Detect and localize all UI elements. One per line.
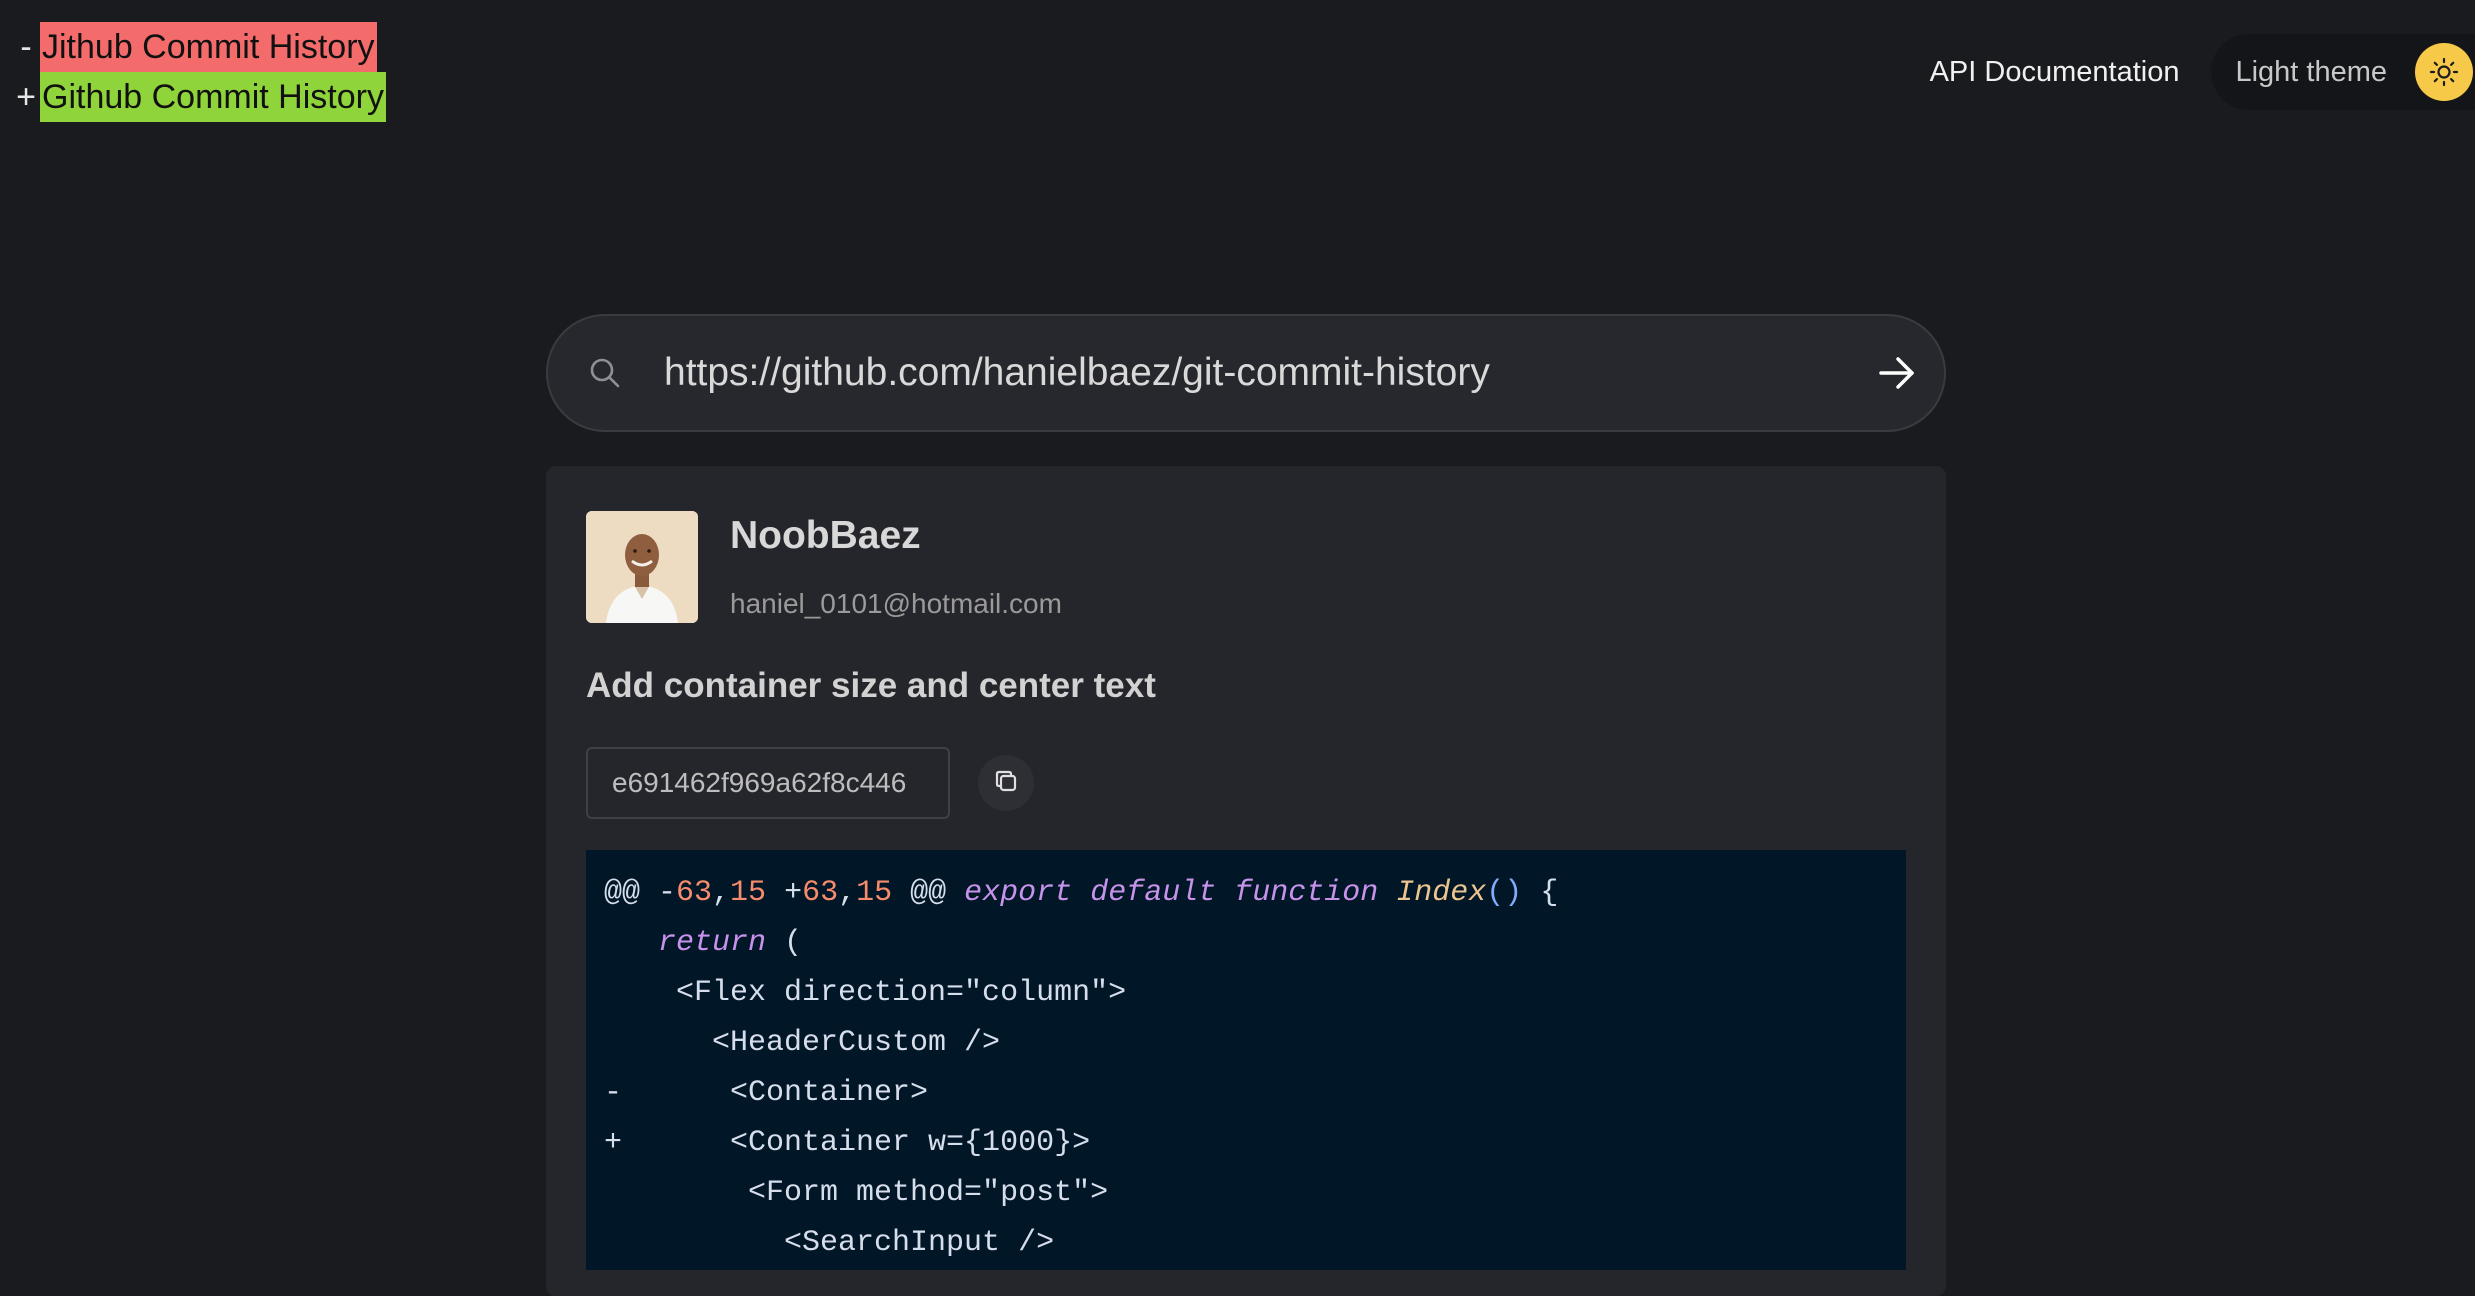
- theme-toggle[interactable]: Light theme: [2211, 34, 2475, 110]
- repo-url-input[interactable]: [662, 350, 1876, 396]
- hunk-new-start: 63: [802, 876, 839, 910]
- diff-line: <HeaderCustom />: [604, 1026, 1001, 1060]
- api-documentation-link[interactable]: API Documentation: [1930, 56, 2180, 89]
- avatar: [586, 511, 698, 623]
- keyword-function: function: [1234, 876, 1379, 910]
- app-title-diff: - Jithub Commit History + Github Commit …: [12, 22, 386, 122]
- commit-card: NoobBaez haniel_0101@hotmail.com Add con…: [546, 466, 1946, 1296]
- title-added-text: Github Commit History: [40, 72, 386, 122]
- diff-code-block: @@ -63,15 +63,15 @@ export default funct…: [586, 850, 1906, 1270]
- function-parens: (): [1486, 876, 1523, 910]
- author-name: NoobBaez: [730, 514, 921, 557]
- function-name: Index: [1396, 876, 1487, 910]
- title-removed-line: - Jithub Commit History: [12, 22, 386, 72]
- commit-sha: e691462f969a62f8c446: [612, 767, 907, 798]
- copy-icon: [992, 767, 1020, 800]
- diff-line-added: + <Container w={1000}>: [604, 1126, 1091, 1160]
- diff-hunk-header: @@ -63,15 +63,15 @@ export default funct…: [604, 868, 1888, 918]
- hunk-comma: ,: [838, 876, 857, 910]
- arrow-right-icon[interactable]: [1876, 352, 1918, 394]
- hunk-comma: ,: [712, 876, 731, 910]
- diff-line-return: return (: [604, 918, 1888, 968]
- diff-line-removed: - <Container>: [604, 1076, 929, 1110]
- diff-line: <Flex direction="column">: [604, 976, 1127, 1010]
- hunk-old-start: 63: [676, 876, 713, 910]
- title-added-line: + Github Commit History: [12, 72, 386, 122]
- keyword-export: export: [964, 876, 1073, 910]
- plus-sign: +: [16, 78, 36, 116]
- hunk-mid: +: [766, 876, 803, 910]
- author-email: haniel_0101@hotmail.com: [730, 588, 1062, 619]
- return-paren: (: [766, 926, 803, 960]
- hunk-old-length: 15: [730, 876, 767, 910]
- copy-sha-button[interactable]: [978, 755, 1034, 811]
- diff-line: <Form method="post">: [604, 1176, 1109, 1210]
- search-icon: [588, 356, 622, 390]
- diff-line: <SearchInput />: [604, 1226, 1055, 1260]
- commit-sha-field[interactable]: e691462f969a62f8c446: [586, 747, 950, 819]
- minus-sign: -: [20, 28, 32, 66]
- keyword-return: return: [658, 926, 767, 960]
- open-brace: {: [1522, 876, 1559, 910]
- theme-toggle-label: Light theme: [2235, 55, 2387, 88]
- sun-icon[interactable]: [2415, 43, 2473, 101]
- header-actions: API Documentation Light theme: [1930, 34, 2475, 110]
- hunk-prefix: @@ -: [604, 876, 677, 910]
- repo-search-bar: [546, 314, 1946, 432]
- title-removed-text: Jithub Commit History: [40, 22, 377, 72]
- keyword-default: default: [1090, 876, 1217, 910]
- hunk-new-length: 15: [856, 876, 893, 910]
- hunk-suffix: @@: [892, 876, 965, 910]
- commit-message: Add container size and center text: [586, 666, 1156, 705]
